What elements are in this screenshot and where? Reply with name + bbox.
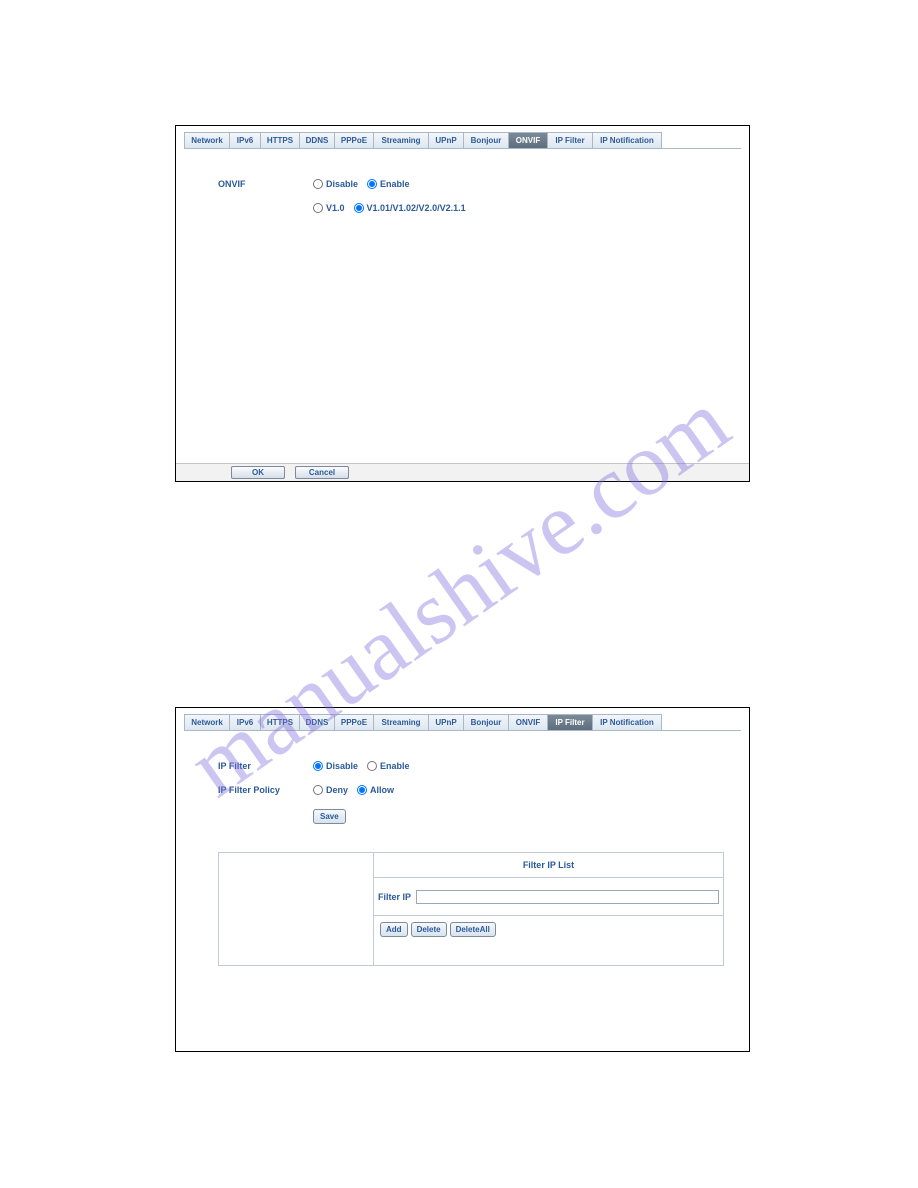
onvif-panel: NetworkIPv6HTTPSDDNSPPPoEStreamingUPnPBo… xyxy=(175,125,750,482)
ipfilter-enable-radio[interactable] xyxy=(367,761,377,771)
ip-list-box[interactable] xyxy=(219,853,374,965)
ip-grid: Filter IP List Filter IP Add Delete Dele… xyxy=(218,852,724,966)
tab-bonjour[interactable]: Bonjour xyxy=(463,132,509,148)
ipfilter-disable-radio[interactable] xyxy=(313,761,323,771)
tab-network[interactable]: Network xyxy=(184,714,230,730)
tab-https[interactable]: HTTPS xyxy=(260,714,300,730)
tab-onvif[interactable]: ONVIF xyxy=(508,132,548,148)
tab-https[interactable]: HTTPS xyxy=(260,132,300,148)
policy-allow-label: Allow xyxy=(370,785,394,795)
tab-ipv6[interactable]: IPv6 xyxy=(229,132,261,148)
ipfilter-enable-label: Enable xyxy=(380,761,410,771)
ipfilter-title: IP Filter xyxy=(218,761,313,771)
deleteall-button[interactable]: DeleteAll xyxy=(450,922,496,937)
tab-pppoe[interactable]: PPPoE xyxy=(334,714,374,730)
delete-button[interactable]: Delete xyxy=(411,922,447,937)
policy-deny-label: Deny xyxy=(326,785,348,795)
tab-streaming[interactable]: Streaming xyxy=(373,714,429,730)
tab-streaming[interactable]: Streaming xyxy=(373,132,429,148)
cancel-button[interactable]: Cancel xyxy=(295,466,349,479)
tab-bar-2: NetworkIPv6HTTPSDDNSPPPoEStreamingUPnPBo… xyxy=(184,714,741,731)
filter-ip-label: Filter IP xyxy=(378,892,416,902)
policy-deny-radio[interactable] xyxy=(313,785,323,795)
add-button[interactable]: Add xyxy=(380,922,408,937)
onvif-enable-label: Enable xyxy=(380,179,410,189)
tab-ip-notification[interactable]: IP Notification xyxy=(592,714,662,730)
onvif-v10-radio[interactable] xyxy=(313,203,323,213)
onvif-disable-label: Disable xyxy=(326,179,358,189)
tab-upnp[interactable]: UPnP xyxy=(428,714,464,730)
onvif-v2-radio[interactable] xyxy=(354,203,364,213)
onvif-title: ONVIF xyxy=(218,179,313,189)
save-button[interactable]: Save xyxy=(313,809,346,824)
ip-list-header: Filter IP List xyxy=(374,853,723,878)
tab-ip-notification[interactable]: IP Notification xyxy=(592,132,662,148)
ipfilter-panel: NetworkIPv6HTTPSDDNSPPPoEStreamingUPnPBo… xyxy=(175,707,750,1052)
onvif-enable-radio[interactable] xyxy=(367,179,377,189)
filter-ip-input[interactable] xyxy=(416,890,719,904)
ipfilter-disable-label: Disable xyxy=(326,761,358,771)
ok-button[interactable]: OK xyxy=(231,466,285,479)
tab-pppoe[interactable]: PPPoE xyxy=(334,132,374,148)
tab-onvif[interactable]: ONVIF xyxy=(508,714,548,730)
tab-ip-filter[interactable]: IP Filter xyxy=(547,714,593,730)
tab-ip-filter[interactable]: IP Filter xyxy=(547,132,593,148)
policy-allow-radio[interactable] xyxy=(357,785,367,795)
tab-upnp[interactable]: UPnP xyxy=(428,132,464,148)
ipfilter-policy-title: IP Filter Policy xyxy=(218,785,313,795)
footer-1: OK Cancel xyxy=(176,463,749,481)
tab-ddns[interactable]: DDNS xyxy=(299,132,335,148)
tab-ipv6[interactable]: IPv6 xyxy=(229,714,261,730)
onvif-v10-label: V1.0 xyxy=(326,203,345,213)
tab-ddns[interactable]: DDNS xyxy=(299,714,335,730)
tab-bonjour[interactable]: Bonjour xyxy=(463,714,509,730)
tab-bar-1: NetworkIPv6HTTPSDDNSPPPoEStreamingUPnPBo… xyxy=(184,132,741,149)
onvif-disable-radio[interactable] xyxy=(313,179,323,189)
tab-network[interactable]: Network xyxy=(184,132,230,148)
onvif-v2-label: V1.01/V1.02/V2.0/V2.1.1 xyxy=(367,203,466,213)
